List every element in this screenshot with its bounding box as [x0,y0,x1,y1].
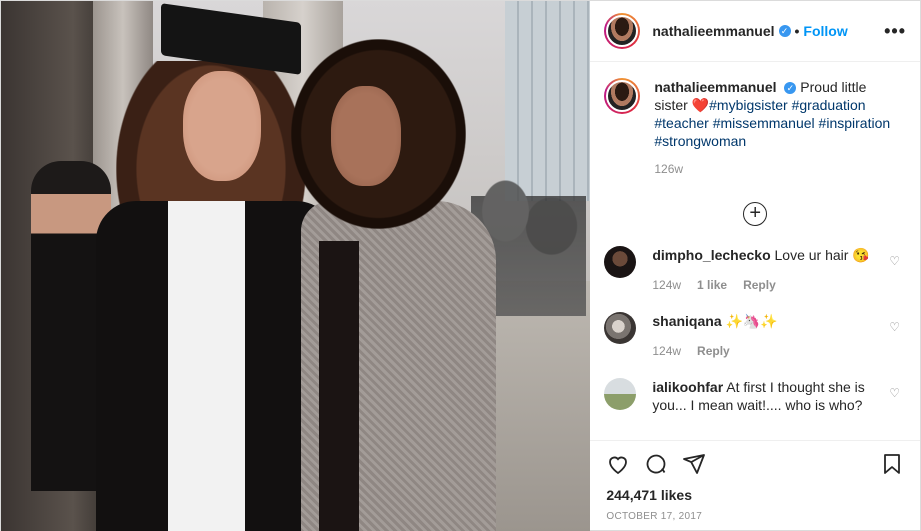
header-username[interactable]: nathalieemmanuel [652,23,774,39]
photo-graduate-face [183,71,261,181]
comment-username[interactable]: dimpho_lechecko [652,247,770,263]
comment-body: ialikoohfar At first I thought she is yo… [652,378,877,414]
likes-count[interactable]: 244,471 likes [606,487,904,503]
post-sidebar: nathalieemmanuel ✓ • Follow ••• nathalie… [590,1,920,531]
action-bar: 244,471 likes OCTOBER 17, 2017 [590,440,920,531]
comment-avatar[interactable] [604,312,637,344]
reply-button[interactable]: Reply [697,342,730,360]
post-container: nathalieemmanuel ✓ • Follow ••• nathalie… [0,0,921,531]
like-heart-icon[interactable] [606,452,630,479]
verified-icon: ✓ [784,82,797,95]
caption-text: nathalieemmanuel ✓ Proud little sister ❤… [654,78,894,178]
comment-bubble-icon[interactable] [644,452,668,479]
comment-avatar[interactable] [604,378,637,410]
comment-avatar[interactable] [604,246,637,278]
comment-time[interactable]: 124w [652,342,681,360]
comment-body: shaniqana ✨🦄✨ 124w Reply [652,312,877,360]
bookmark-icon[interactable] [880,452,904,479]
comment-meta: 124w Reply [652,342,877,360]
comment-likes[interactable]: 1 like [697,276,727,294]
photo-graduate-gown [96,201,336,531]
comment-meta: 124w 1 like Reply [652,276,877,294]
photo-dark-top [319,241,359,531]
comment-item: shaniqana ✨🦄✨ 124w Reply ♡ [604,312,906,360]
comments-section[interactable]: nathalieemmanuel ✓ Proud little sister ❤… [590,62,920,440]
reply-button[interactable]: Reply [743,276,776,294]
comment-item: ialikoohfar At first I thought she is yo… [604,378,906,414]
comment-username[interactable]: ialikoohfar [652,379,723,395]
caption-username[interactable]: nathalieemmanuel [654,79,776,95]
verified-icon: ✓ [778,25,791,37]
post-photo[interactable] [1,1,591,531]
photo-woman-face [331,86,401,186]
heart-emoji: ❤️ [691,97,710,113]
comment-like-heart-icon[interactable]: ♡ [889,320,900,334]
comment-text: Love ur hair 😘 [774,247,870,263]
separator-dot: • [794,23,800,39]
load-more-comments-icon[interactable]: + [743,202,768,226]
follow-button[interactable]: Follow [803,23,847,39]
more-options-icon[interactable]: ••• [884,21,906,42]
caption-hashtags[interactable]: #mybigsister #graduation #teacher #misse… [654,97,890,149]
share-paper-plane-icon[interactable] [682,452,706,479]
comment-body: dimpho_lechecko Love ur hair 😘 124w 1 li… [652,246,877,294]
avatar[interactable] [604,13,641,49]
comment-text: ✨🦄✨ [725,313,778,329]
comment-like-heart-icon[interactable]: ♡ [889,254,900,268]
comment-item: dimpho_lechecko Love ur hair 😘 124w 1 li… [604,246,906,294]
comment-username[interactable]: shaniqana [652,313,721,329]
caption-time[interactable]: 126w [654,160,894,178]
post-header: nathalieemmanuel ✓ • Follow ••• [590,1,920,62]
caption: nathalieemmanuel ✓ Proud little sister ❤… [604,78,906,178]
comment-like-heart-icon[interactable]: ♡ [889,386,900,400]
post-date[interactable]: OCTOBER 17, 2017 [606,511,904,522]
caption-avatar[interactable] [604,78,641,114]
action-icons [606,449,904,481]
comment-time[interactable]: 124w [652,276,681,294]
